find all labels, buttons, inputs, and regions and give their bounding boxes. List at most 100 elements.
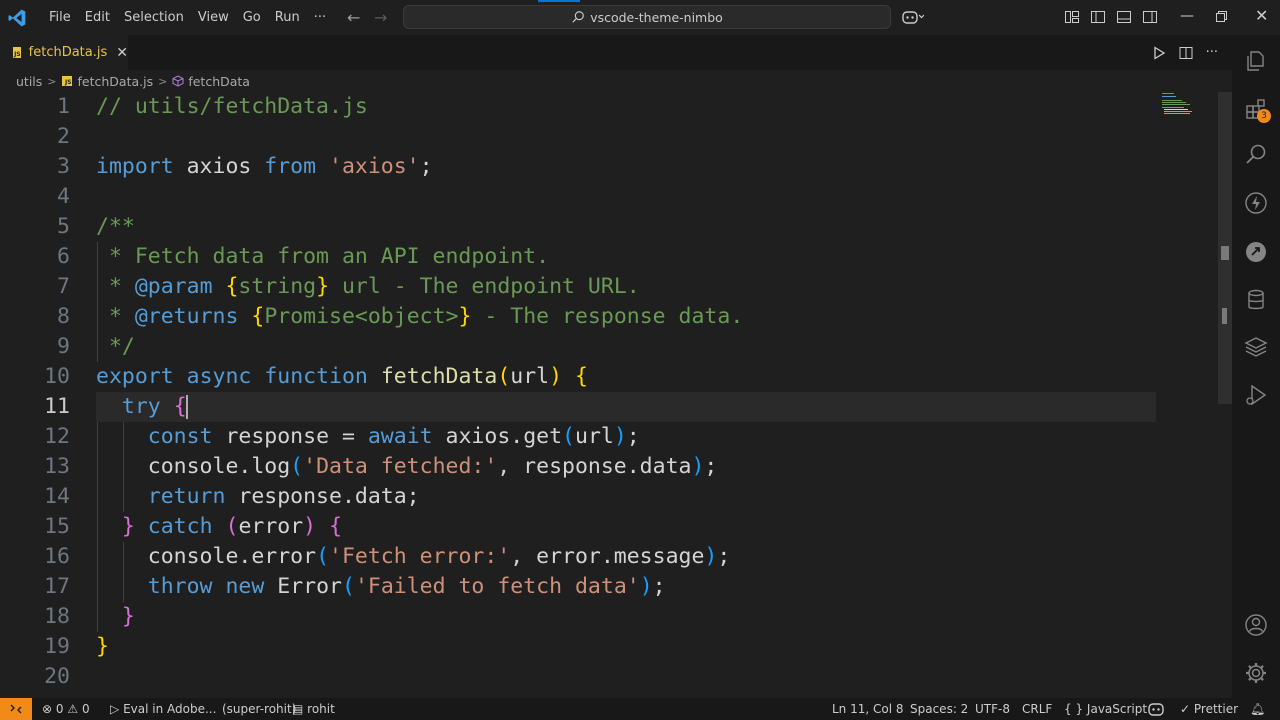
menu-file[interactable]: File <box>42 10 78 25</box>
code-token: { <box>251 304 265 329</box>
gitlens-icon[interactable] <box>1244 240 1268 264</box>
user-status[interactable]: ▤ rohit <box>292 698 335 720</box>
code-line[interactable]: 3 import axios from 'axios'; <box>0 152 1156 182</box>
error-icon: ⊗ <box>42 702 53 716</box>
breadcrumb-folder[interactable]: utils <box>16 74 42 89</box>
editor-actions: ··· <box>1152 35 1232 70</box>
toggle-secondary-sidebar-icon[interactable] <box>1142 9 1158 25</box>
check-double-icon: ✓ <box>1180 702 1191 716</box>
code-token: ) <box>639 574 653 599</box>
tab-label: fetchData.js <box>28 45 108 60</box>
copilot-status-icon[interactable] <box>1148 702 1164 716</box>
code-line[interactable]: 14 return response.data; <box>0 482 1156 512</box>
code-line[interactable]: 18 } <box>0 602 1156 632</box>
forward-arrow-icon[interactable]: → <box>374 8 387 27</box>
eval-status[interactable]: ▷ Eval in Adobe... <box>110 698 216 720</box>
menu-edit[interactable]: Edit <box>78 10 117 25</box>
indentation-status[interactable]: Spaces: 2 <box>910 698 968 720</box>
code-token: ) <box>691 454 705 479</box>
code-token: } <box>96 634 109 659</box>
extensions-badge: 3 <box>1257 109 1271 123</box>
menu-go[interactable]: Go <box>236 10 268 25</box>
split-editor-icon[interactable] <box>1179 46 1193 60</box>
code-line[interactable]: 17 throw new Error('Failed to fetch data… <box>0 572 1156 602</box>
code-token: fetchData <box>380 364 498 389</box>
remote-indicator[interactable] <box>0 698 32 720</box>
profile-status[interactable]: (super-rohit) <box>222 698 296 720</box>
code-line[interactable]: 6 * Fetch data from an API endpoint. <box>0 242 1156 272</box>
command-center-search[interactable]: vscode-theme-nimbo <box>403 5 891 29</box>
tab-close-icon[interactable]: ✕ <box>116 45 128 61</box>
breadcrumb-symbol[interactable]: fetchData <box>188 74 250 89</box>
menu-selection[interactable]: Selection <box>117 10 191 25</box>
language-mode[interactable]: { } JavaScript <box>1064 698 1147 720</box>
code-line[interactable]: 4 <box>0 182 1156 212</box>
code-line[interactable]: 9 */ <box>0 332 1156 362</box>
customize-layout-icon[interactable] <box>1064 9 1080 25</box>
more-actions-icon[interactable]: ··· <box>1206 45 1218 60</box>
code-line[interactable]: 12 const response = await axios.get(url)… <box>0 422 1156 452</box>
lightning-icon[interactable] <box>1244 191 1268 215</box>
code-line[interactable]: 2 <box>0 122 1156 152</box>
code-line[interactable]: 13 console.log('Data fetched:', response… <box>0 452 1156 482</box>
toggle-sidebar-icon[interactable] <box>1090 9 1106 25</box>
bell-icon[interactable]: 🔔︎ <box>1250 698 1265 720</box>
close-window-icon[interactable]: ✕ <box>1255 6 1268 25</box>
code-line[interactable]: 19} <box>0 632 1156 662</box>
scrollbar-marker <box>1222 308 1227 324</box>
prettier-status[interactable]: ✓ Prettier <box>1180 698 1238 720</box>
error-count: 0 <box>55 702 64 716</box>
code-line[interactable]: 15 } catch (error) { <box>0 512 1156 542</box>
code-token: ) <box>704 544 718 569</box>
database-icon[interactable] <box>1244 288 1268 312</box>
encoding-status[interactable]: UTF-8 <box>975 698 1010 720</box>
layers-icon[interactable] <box>1244 335 1268 359</box>
code-token: ) <box>303 514 317 539</box>
back-arrow-icon[interactable]: ← <box>347 8 360 27</box>
menu-more[interactable]: ··· <box>307 10 333 25</box>
line-text: // utils/fetchData.js <box>96 92 368 122</box>
run-debug-icon[interactable] <box>1244 383 1268 407</box>
line-text: console.error('Fetch error:', error.mess… <box>96 542 731 572</box>
cursor-position[interactable]: Ln 11, Col 8 <box>832 698 904 720</box>
code-line[interactable]: 10 export async function fetchData(url) { <box>0 362 1156 392</box>
explorer-icon[interactable] <box>1244 49 1268 73</box>
restore-icon[interactable] <box>1216 11 1227 22</box>
code-token: export <box>96 364 174 389</box>
code-line[interactable]: 16 console.error('Fetch error:', error.m… <box>0 542 1156 572</box>
line-number: 18 <box>44 604 70 629</box>
toggle-panel-icon[interactable] <box>1116 9 1132 25</box>
code-editor[interactable]: 1 // utils/fetchData.js 2 3 import axios fro… <box>0 92 1216 698</box>
breadcrumb-file[interactable]: fetchData.js <box>78 74 154 89</box>
code-line[interactable]: 20 <box>0 662 1156 692</box>
minimize-icon[interactable]: — <box>1180 8 1194 24</box>
problems-status[interactable]: ⊗ 0 ⚠ 0 <box>42 698 90 720</box>
menu-run[interactable]: Run <box>268 10 307 25</box>
eol-status[interactable]: CRLF <box>1022 698 1052 720</box>
gear-icon[interactable] <box>1244 661 1268 685</box>
code-token: ; <box>704 454 718 479</box>
command-center-label: vscode-theme-nimbo <box>590 9 723 25</box>
menu-view[interactable]: View <box>191 10 236 25</box>
code-line[interactable]: 11 try { <box>0 392 1156 422</box>
code-line[interactable]: 8 * @returns {Promise<object>} - The res… <box>0 302 1156 332</box>
code-line[interactable]: 5 /** <box>0 212 1156 242</box>
code-line[interactable]: 1 // utils/fetchData.js <box>0 92 1156 122</box>
vscode-logo-icon[interactable] <box>7 8 27 28</box>
line-text: } <box>96 632 109 662</box>
minimap[interactable] <box>1160 92 1202 116</box>
code-line[interactable]: 7 * @param {string} url - The endpoint U… <box>0 272 1156 302</box>
account-icon[interactable] <box>1244 613 1268 637</box>
eval-label: Eval in Adobe... <box>123 702 217 716</box>
run-icon[interactable] <box>1152 45 1166 60</box>
line-text: * @returns {Promise<object>} - The respo… <box>96 302 743 332</box>
code-token: } <box>121 604 135 629</box>
copilot-icon[interactable] <box>902 9 924 25</box>
search-icon[interactable] <box>1244 142 1268 166</box>
tab-fetchdata[interactable]: JS fetchData.js ✕ <box>0 35 128 70</box>
